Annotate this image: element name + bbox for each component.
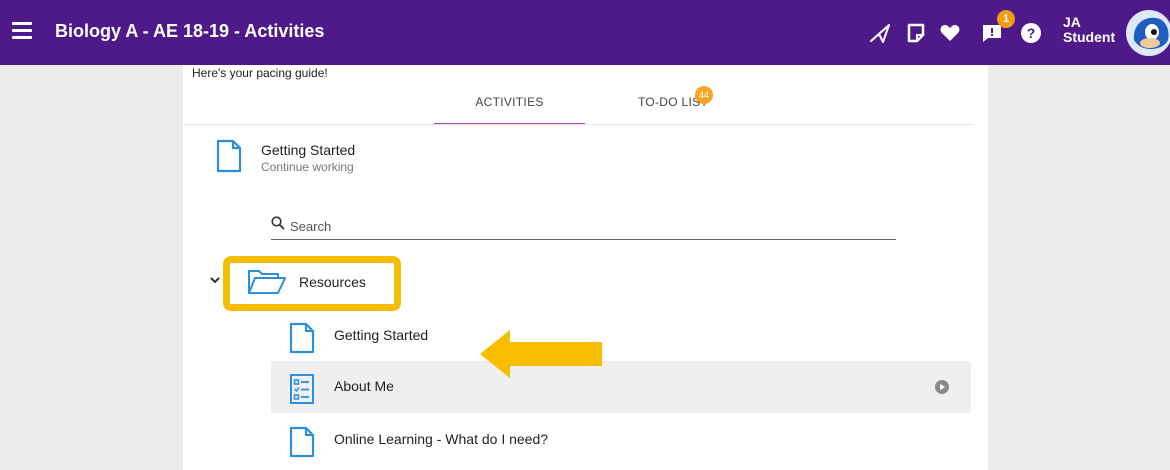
checklist-icon bbox=[290, 374, 314, 404]
list-item-label: Online Learning - What do I need? bbox=[334, 431, 549, 447]
document-icon bbox=[289, 426, 315, 458]
list-item[interactable]: Getting Started bbox=[271, 310, 971, 362]
chevron-down-icon[interactable] bbox=[209, 275, 221, 285]
svg-text:?: ? bbox=[1027, 25, 1036, 41]
list-item-label: About Me bbox=[334, 378, 394, 394]
play-icon[interactable] bbox=[935, 380, 949, 394]
help-icon[interactable]: ? bbox=[1019, 21, 1043, 45]
search-bar bbox=[271, 213, 896, 240]
list-item[interactable]: Online Learning - What do I need? bbox=[271, 414, 971, 466]
avatar[interactable] bbox=[1126, 10, 1170, 56]
tab-activities[interactable]: ACTIVITIES bbox=[434, 88, 585, 125]
continue-item-title[interactable]: Getting Started bbox=[261, 142, 355, 158]
hamburger-menu-icon[interactable] bbox=[12, 22, 32, 40]
search-input[interactable] bbox=[288, 213, 892, 239]
continue-item-subtitle: Continue working bbox=[261, 160, 354, 174]
notification-badge: 1 bbox=[997, 10, 1015, 28]
send-icon[interactable] bbox=[868, 21, 892, 45]
folder-label-resources[interactable]: Resources bbox=[299, 274, 366, 290]
list-item[interactable]: About Me bbox=[271, 361, 971, 413]
user-name[interactable]: JA Student bbox=[1063, 15, 1115, 45]
activities-panel: Here's your pacing guide! ACTIVITIES TO-… bbox=[183, 65, 988, 470]
page-title: Biology A - AE 18-19 - Activities bbox=[55, 21, 325, 41]
document-icon bbox=[216, 139, 242, 173]
folder-open-icon[interactable] bbox=[247, 268, 287, 296]
user-initials: JA bbox=[1063, 14, 1081, 30]
arrow-left-icon bbox=[480, 330, 602, 378]
user-role: Student bbox=[1063, 29, 1116, 45]
top-app-bar: Biology A - AE 18-19 - Activities 1 ? JA… bbox=[0, 0, 1170, 65]
list-item-label: Getting Started bbox=[334, 327, 429, 343]
search-icon bbox=[271, 216, 285, 230]
tabs-divider bbox=[183, 124, 973, 125]
todo-count-badge: 44 bbox=[695, 86, 713, 104]
tab-todo-list[interactable]: TO-DO LIST bbox=[613, 88, 733, 123]
document-icon bbox=[289, 322, 315, 354]
note-icon[interactable] bbox=[904, 21, 928, 45]
heart-icon[interactable] bbox=[938, 21, 962, 45]
pacing-guide-text: Here's your pacing guide! bbox=[192, 66, 328, 80]
